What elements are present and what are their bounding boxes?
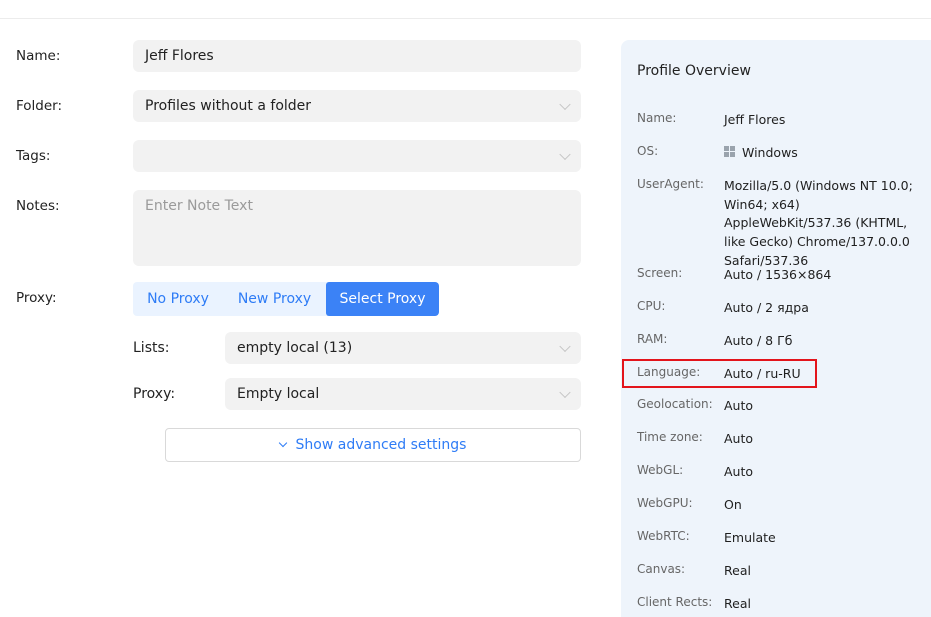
overview-value: On: [724, 497, 742, 512]
overview-value: Jeff Flores: [724, 112, 786, 127]
overview-key: Screen:: [637, 266, 683, 280]
overview-value: Mozilla/5.0 (Windows NT 10.0; Win64; x64…: [724, 178, 913, 268]
overview-key: Client Rects:: [637, 595, 713, 609]
overview-value: Real: [724, 596, 751, 611]
overview-value: Emulate: [724, 530, 776, 545]
notes-textarea[interactable]: Enter Note Text: [133, 190, 581, 266]
overview-key: Geolocation:: [637, 397, 713, 411]
show-advanced-settings-button[interactable]: Show advanced settings: [165, 428, 581, 462]
lists-select-value: empty local (13): [237, 340, 353, 356]
overview-value: Auto / 1536×864: [724, 267, 832, 282]
folder-label: Folder:: [16, 98, 63, 114]
language-highlight-box: [622, 359, 817, 388]
notes-placeholder: Enter Note Text: [145, 198, 253, 214]
overview-value-os: Windows: [724, 144, 924, 163]
chevron-down-icon: [559, 340, 571, 353]
lists-select[interactable]: empty local (13): [225, 332, 581, 364]
profile-overview-panel: Profile Overview Name: Jeff Flores OS: W…: [621, 40, 931, 617]
chevron-down-icon: [559, 148, 571, 161]
overview-key: RAM:: [637, 332, 668, 346]
tab-no-proxy[interactable]: No Proxy: [133, 282, 223, 316]
tab-new-proxy[interactable]: New Proxy: [223, 282, 326, 316]
name-input-value: Jeff Flores: [145, 48, 214, 64]
proxy-label: Proxy:: [16, 290, 57, 306]
overview-value: Auto / 2 ядра: [724, 300, 809, 315]
profile-overview-title: Profile Overview: [637, 63, 751, 79]
overview-key: Canvas:: [637, 562, 686, 576]
chevron-down-icon: [559, 386, 571, 399]
overview-value: Windows: [742, 145, 798, 160]
proxy-select-label: Proxy:: [133, 386, 176, 402]
notes-label: Notes:: [16, 198, 60, 214]
overview-key: Time zone:: [637, 430, 703, 444]
name-input[interactable]: Jeff Flores: [133, 40, 581, 72]
chevron-down-icon: [559, 98, 571, 111]
folder-select[interactable]: Profiles without a folder: [133, 90, 581, 122]
overview-key: Name:: [637, 111, 677, 125]
tab-select-proxy[interactable]: Select Proxy: [326, 282, 439, 316]
tags-select[interactable]: [133, 140, 581, 172]
folder-select-value: Profiles without a folder: [145, 98, 312, 114]
name-label: Name:: [16, 48, 61, 64]
show-advanced-settings-label: Show advanced settings: [295, 437, 467, 453]
overview-key: WebRTC:: [637, 529, 690, 543]
windows-icon: [724, 146, 736, 158]
proxy-mode-tabs: No Proxy New Proxy Select Proxy: [133, 282, 439, 316]
chevron-down-icon: [278, 438, 287, 448]
overview-value: Auto: [724, 464, 754, 479]
overview-key: WebGPU:: [637, 496, 693, 510]
overview-value: Auto / 8 Гб: [724, 333, 793, 348]
proxy-select[interactable]: Empty local: [225, 378, 581, 410]
overview-key: OS:: [637, 144, 659, 158]
overview-key: CPU:: [637, 299, 666, 313]
lists-label: Lists:: [133, 340, 170, 356]
proxy-select-value: Empty local: [237, 386, 320, 402]
overview-value: Real: [724, 563, 751, 578]
tags-label: Tags:: [16, 148, 51, 164]
top-divider: [0, 18, 931, 19]
overview-value: Auto: [724, 398, 754, 413]
overview-key: UserAgent:: [637, 177, 704, 191]
overview-key: WebGL:: [637, 463, 684, 477]
overview-value: Auto: [724, 431, 754, 446]
